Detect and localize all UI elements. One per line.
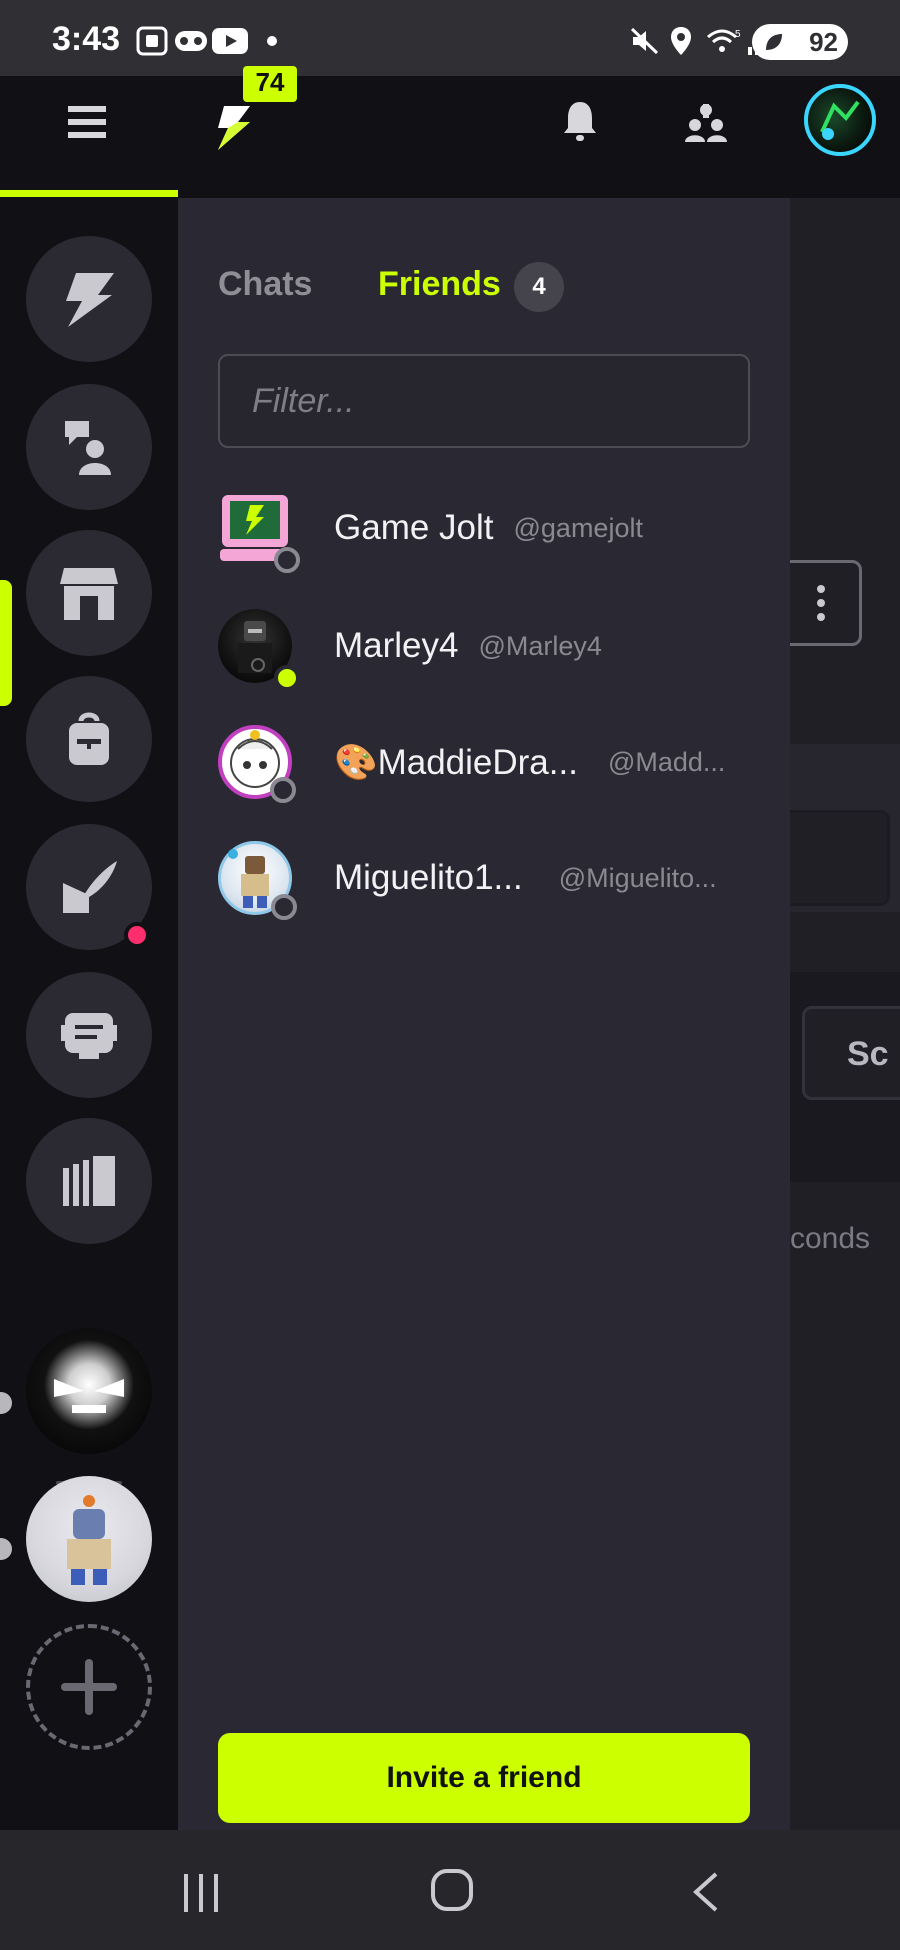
screenshot-icon [135, 26, 169, 56]
friend-handle: @Marley4 [478, 630, 602, 661]
library-icon [63, 1156, 115, 1206]
community-icon [65, 421, 111, 475]
background-text: conds [790, 1222, 871, 1255]
masked-face-icon [54, 1379, 124, 1413]
progress-indicator [0, 190, 178, 197]
friend-handle: @Madd... [607, 746, 726, 777]
backpack-icon [69, 712, 109, 765]
friend-item[interactable]: 🎨MaddieDra... @Madd... [218, 714, 758, 810]
tab-friends[interactable]: Friends [378, 265, 501, 304]
friend-handle: @gamejolt [513, 512, 643, 543]
status-bar: 3:43 5 92 [0, 0, 900, 76]
left-rail [0, 198, 178, 1830]
dot-icon [266, 26, 278, 56]
rail-home-button[interactable] [26, 236, 152, 362]
more-vertical-icon [817, 585, 825, 621]
friend-avatar [218, 725, 296, 803]
community-avatar-2[interactable] [26, 1476, 152, 1602]
friend-item[interactable]: Game Jolt @gamejolt [218, 480, 758, 576]
friend-avatar [218, 609, 300, 691]
friends-count-badge: 4 [514, 262, 564, 312]
chat-icon [61, 1013, 117, 1059]
friend-name: Miguelito1... [334, 858, 523, 897]
gamejolt-logo-icon[interactable] [210, 102, 258, 152]
status-offline-indicator [271, 894, 297, 920]
xp-badge: 74 [243, 66, 297, 102]
plus-icon [61, 1659, 117, 1715]
svg-text:5: 5 [735, 29, 741, 40]
friend-name: 🎨MaddieDra... [334, 742, 578, 782]
bell-icon[interactable] [562, 100, 598, 142]
user-avatar[interactable] [804, 84, 876, 156]
status-online-indicator [274, 665, 300, 691]
battery-level: 92 [809, 26, 838, 57]
unread-indicator [0, 1538, 12, 1560]
filter-input[interactable] [218, 354, 750, 448]
rail-library-button[interactable] [26, 1118, 152, 1244]
friend-avatar [218, 841, 297, 920]
friend-name: Game Jolt [334, 508, 494, 547]
more-options-button[interactable] [780, 560, 862, 646]
status-time: 3:43 [52, 20, 121, 58]
quill-icon [63, 861, 117, 913]
status-offline-indicator [274, 547, 300, 573]
rail-jobs-button[interactable] [26, 676, 152, 802]
unread-indicator [0, 1392, 12, 1414]
community-avatar-1[interactable] [26, 1328, 152, 1454]
mute-icon [630, 26, 660, 56]
friend-item[interactable]: Marley4 @Marley4 [218, 598, 758, 694]
tab-chats[interactable]: Chats [218, 265, 312, 304]
background-tab[interactable]: Sc [802, 1006, 900, 1100]
youtube-icon [212, 26, 248, 56]
character-icon [67, 1495, 111, 1585]
rail-community-button[interactable] [26, 384, 152, 510]
friend-item[interactable]: Miguelito1... @Miguelito... [218, 830, 758, 926]
add-community-button[interactable] [26, 1624, 152, 1750]
gamepad-icon [172, 26, 210, 56]
gamejolt-logo-icon [66, 273, 114, 327]
invite-friend-button[interactable]: Invite a friend [218, 1733, 750, 1823]
back-icon[interactable] [688, 1870, 722, 1914]
leaf-icon [766, 34, 782, 50]
system-nav-bar [0, 1830, 900, 1950]
status-offline-indicator [270, 777, 296, 803]
friend-avatar [218, 491, 300, 573]
rail-creator-button[interactable] [26, 824, 152, 950]
battery-indicator: 92 [752, 24, 848, 60]
menu-icon[interactable] [68, 104, 108, 140]
wifi-icon: 5 [706, 26, 742, 56]
background-content: Sc conds [770, 198, 900, 1830]
friend-name: Marley4 [334, 626, 459, 665]
notification-dot [124, 922, 150, 948]
store-icon [60, 568, 118, 620]
home-icon[interactable] [430, 1868, 474, 1912]
rail-chat-button[interactable] [26, 972, 152, 1098]
app-top-bar: 74 [0, 66, 900, 198]
friend-requests-icon[interactable] [684, 102, 728, 144]
active-rail-marker [0, 580, 12, 706]
location-icon [668, 26, 694, 56]
recents-icon[interactable] [180, 1872, 222, 1914]
friend-handle: @Miguelito... [558, 862, 717, 893]
background-tab-label: Sc [847, 1035, 889, 1073]
rail-store-button[interactable] [26, 530, 152, 656]
